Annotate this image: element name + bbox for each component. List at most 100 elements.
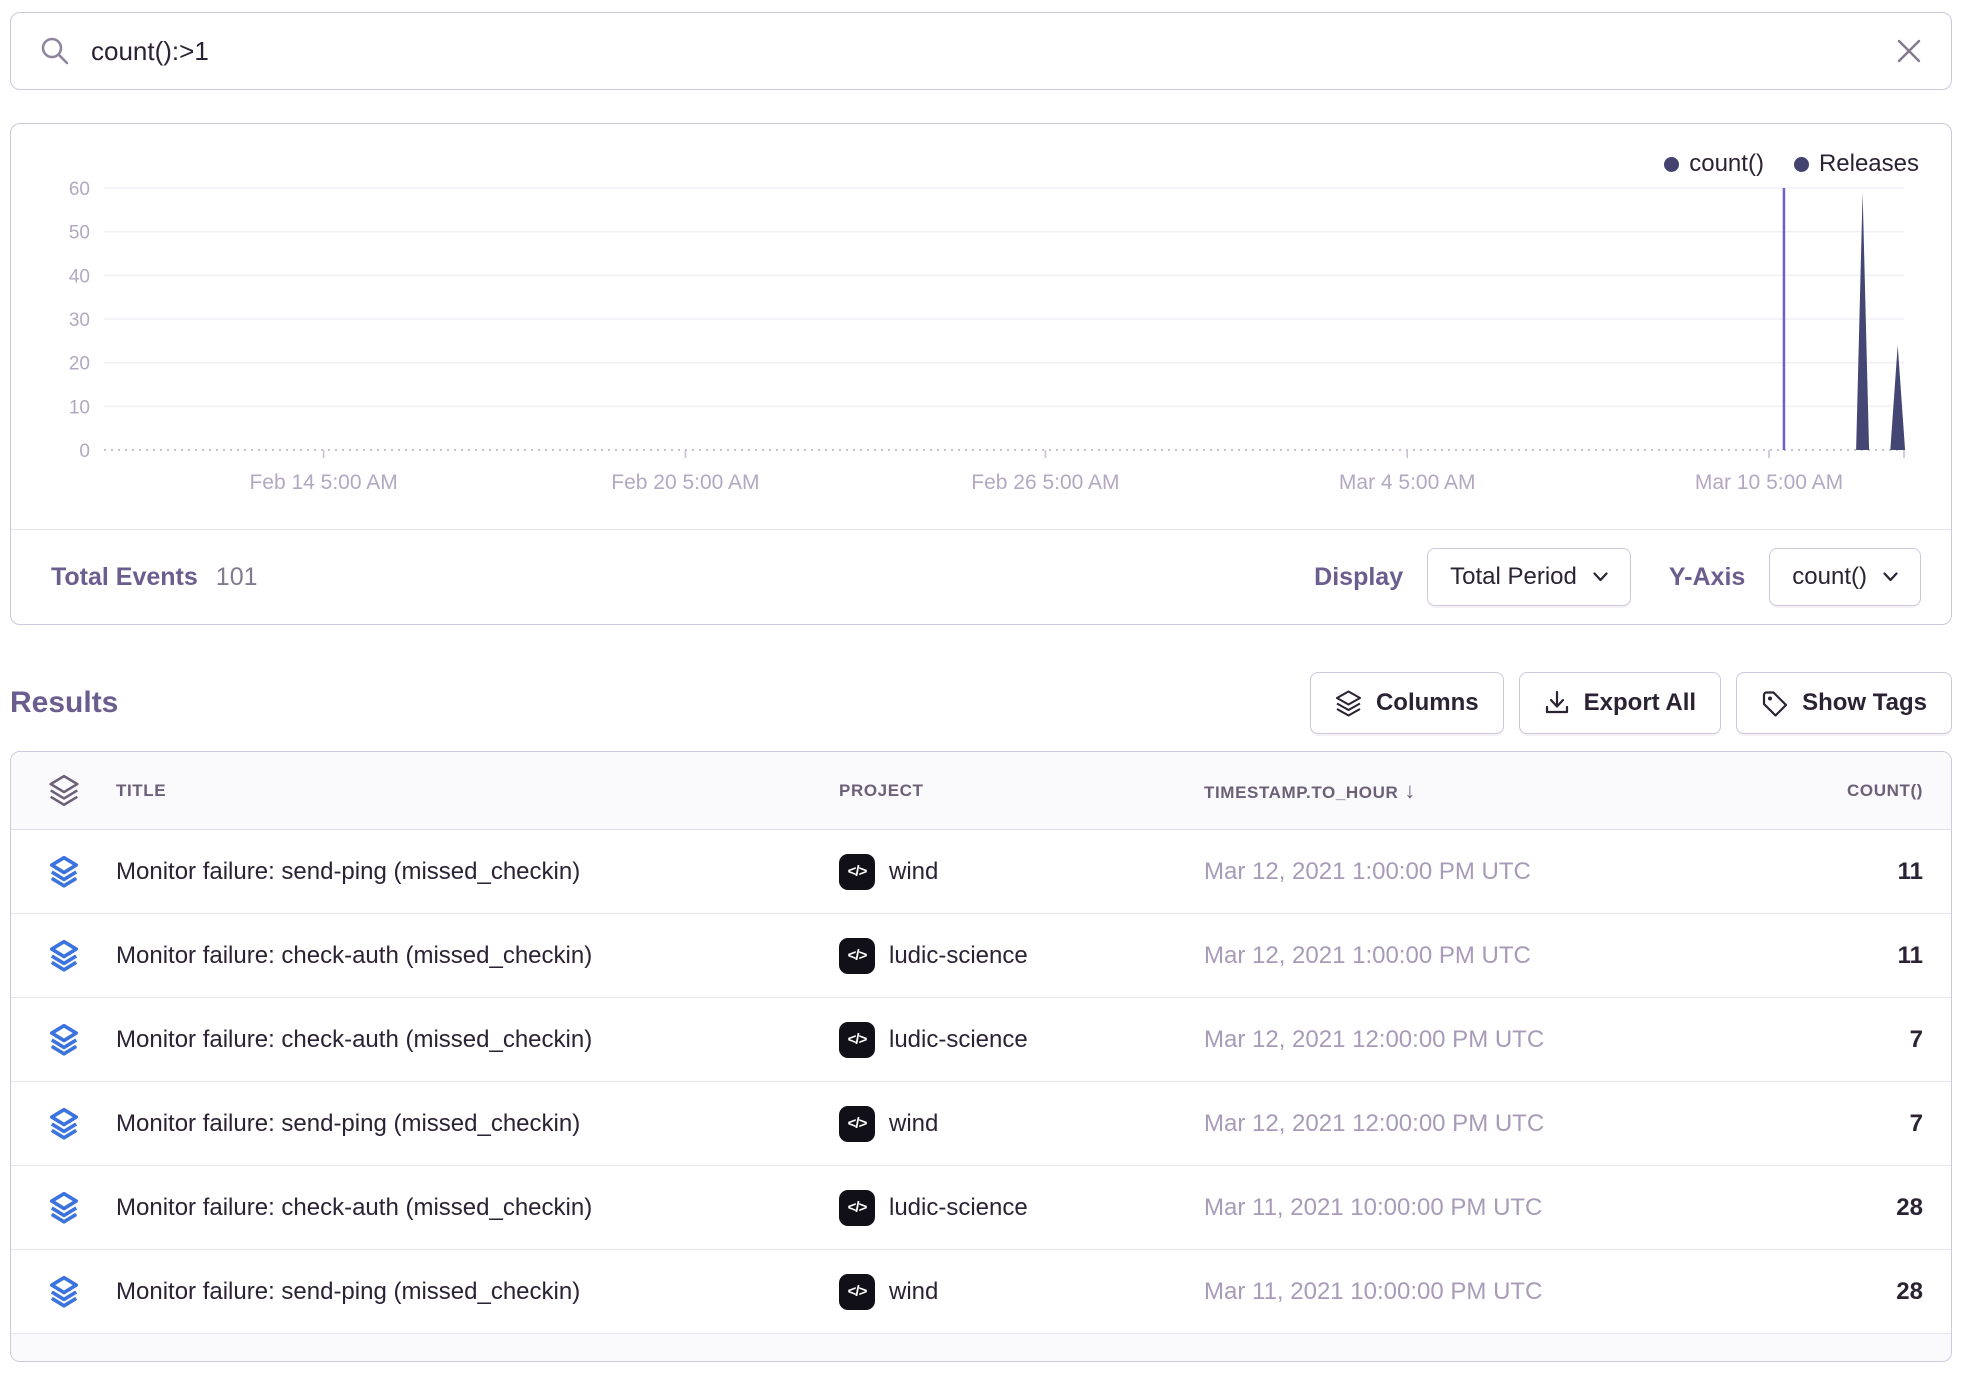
event-title-link[interactable]: Monitor failure: send-ping (missed_check… xyxy=(116,858,839,886)
stack-events-icon[interactable] xyxy=(48,855,80,889)
platform-code-icon: </> xyxy=(839,938,875,974)
svg-text:0: 0 xyxy=(79,441,90,462)
count-value: 11 xyxy=(1761,942,1951,970)
project-cell: </> ludic-science xyxy=(839,938,1204,974)
chevron-down-icon xyxy=(1593,572,1608,582)
events-chart-panel: count() Releases 0102030405060Feb 14 5:0… xyxy=(10,123,1952,625)
legend-dot-icon xyxy=(1664,157,1679,172)
table-row[interactable]: Monitor failure: check-auth (missed_chec… xyxy=(11,914,1951,998)
yaxis-dropdown-value: count() xyxy=(1792,563,1867,591)
column-header-project[interactable]: PROJECT xyxy=(839,781,1204,801)
results-heading: Results xyxy=(10,686,118,720)
layers-icon xyxy=(1335,690,1362,717)
columns-button-label: Columns xyxy=(1376,689,1479,717)
stack-events-icon[interactable] xyxy=(48,1275,80,1309)
count-value: 7 xyxy=(1761,1110,1951,1138)
legend-item-releases[interactable]: Releases xyxy=(1794,150,1919,178)
event-title-link[interactable]: Monitor failure: check-auth (missed_chec… xyxy=(116,1194,839,1222)
results-header-row: Results Columns Export All Show Tags xyxy=(10,672,1952,734)
legend-label: count() xyxy=(1689,150,1764,178)
project-name[interactable]: wind xyxy=(889,858,938,886)
display-dropdown[interactable]: Total Period xyxy=(1427,548,1631,606)
show-tags-button-label: Show Tags xyxy=(1802,689,1927,717)
project-cell: </> wind xyxy=(839,854,1204,890)
event-title-link[interactable]: Monitor failure: check-auth (missed_chec… xyxy=(116,942,839,970)
table-row[interactable]: Monitor failure: send-ping (missed_check… xyxy=(11,830,1951,914)
svg-text:10: 10 xyxy=(69,397,90,418)
stack-events-header-icon[interactable] xyxy=(47,774,81,808)
search-icon xyxy=(39,35,71,67)
timestamp-value: Mar 11, 2021 10:00:00 PM UTC xyxy=(1204,1194,1761,1222)
project-name[interactable]: ludic-science xyxy=(889,1194,1028,1222)
platform-code-icon: </> xyxy=(839,854,875,890)
timestamp-value: Mar 12, 2021 1:00:00 PM UTC xyxy=(1204,942,1761,970)
platform-code-icon: </> xyxy=(839,1022,875,1058)
stack-events-icon[interactable] xyxy=(48,1191,80,1225)
timestamp-value: Mar 12, 2021 12:00:00 PM UTC xyxy=(1204,1110,1761,1138)
close-icon[interactable] xyxy=(1895,37,1923,65)
svg-text:60: 60 xyxy=(69,179,90,200)
count-value: 7 xyxy=(1761,1026,1951,1054)
column-header-timestamp[interactable]: TIMESTAMP.TO_HOUR ↓ xyxy=(1204,778,1761,804)
stack-events-icon[interactable] xyxy=(48,939,80,973)
stack-events-icon[interactable] xyxy=(48,1023,80,1057)
project-name[interactable]: wind xyxy=(889,1110,938,1138)
events-chart: 0102030405060Feb 14 5:00 AMFeb 20 5:00 A… xyxy=(11,124,1950,531)
platform-code-icon: </> xyxy=(839,1106,875,1142)
timestamp-value: Mar 12, 2021 12:00:00 PM UTC xyxy=(1204,1026,1761,1054)
table-footer-strip xyxy=(11,1334,1951,1362)
table-row[interactable]: Monitor failure: send-ping (missed_check… xyxy=(11,1250,1951,1334)
count-value: 28 xyxy=(1761,1278,1951,1306)
show-tags-button[interactable]: Show Tags xyxy=(1736,672,1952,734)
yaxis-label: Y-Axis xyxy=(1669,563,1745,592)
columns-button[interactable]: Columns xyxy=(1310,672,1504,734)
total-events-label: Total Events xyxy=(51,563,198,592)
export-all-button[interactable]: Export All xyxy=(1519,672,1721,734)
count-value: 28 xyxy=(1761,1194,1951,1222)
sort-desc-icon: ↓ xyxy=(1404,778,1415,803)
search-bar[interactable]: count():>1 xyxy=(10,12,1952,90)
svg-text:Feb 26 5:00 AM: Feb 26 5:00 AM xyxy=(971,471,1119,494)
project-name[interactable]: ludic-science xyxy=(889,942,1028,970)
column-header-timestamp-label: TIMESTAMP.TO_HOUR xyxy=(1204,783,1398,802)
table-row[interactable]: Monitor failure: check-auth (missed_chec… xyxy=(11,998,1951,1082)
legend-dot-icon xyxy=(1794,157,1809,172)
chart-legend: count() Releases xyxy=(1664,150,1919,178)
search-query-input[interactable]: count():>1 xyxy=(91,36,1895,67)
table-header-row: TITLE PROJECT TIMESTAMP.TO_HOUR ↓ COUNT() xyxy=(11,752,1951,830)
project-cell: </> ludic-science xyxy=(839,1022,1204,1058)
event-title-link[interactable]: Monitor failure: send-ping (missed_check… xyxy=(116,1278,839,1306)
svg-text:Mar 10 5:00 AM: Mar 10 5:00 AM xyxy=(1695,471,1843,494)
platform-code-icon: </> xyxy=(839,1274,875,1310)
column-header-count[interactable]: COUNT() xyxy=(1761,781,1951,801)
svg-text:20: 20 xyxy=(69,354,90,375)
svg-text:40: 40 xyxy=(69,266,90,287)
svg-text:Mar 4 5:00 AM: Mar 4 5:00 AM xyxy=(1339,471,1476,494)
legend-label: Releases xyxy=(1819,150,1919,178)
table-row[interactable]: Monitor failure: check-auth (missed_chec… xyxy=(11,1166,1951,1250)
table-row[interactable]: Monitor failure: send-ping (missed_check… xyxy=(11,1082,1951,1166)
display-dropdown-value: Total Period xyxy=(1450,563,1577,591)
display-label: Display xyxy=(1314,563,1403,592)
table-body: Monitor failure: send-ping (missed_check… xyxy=(11,830,1951,1334)
yaxis-dropdown[interactable]: count() xyxy=(1769,548,1921,606)
project-name[interactable]: ludic-science xyxy=(889,1026,1028,1054)
legend-item-count[interactable]: count() xyxy=(1664,150,1764,178)
project-cell: </> ludic-science xyxy=(839,1190,1204,1226)
event-title-link[interactable]: Monitor failure: send-ping (missed_check… xyxy=(116,1110,839,1138)
results-table: TITLE PROJECT TIMESTAMP.TO_HOUR ↓ COUNT()… xyxy=(10,751,1952,1362)
count-value: 11 xyxy=(1761,858,1951,886)
event-title-link[interactable]: Monitor failure: check-auth (missed_chec… xyxy=(116,1026,839,1054)
export-all-button-label: Export All xyxy=(1584,689,1696,717)
project-cell: </> wind xyxy=(839,1106,1204,1142)
project-cell: </> wind xyxy=(839,1274,1204,1310)
svg-text:Feb 14 5:00 AM: Feb 14 5:00 AM xyxy=(249,471,397,494)
column-header-title[interactable]: TITLE xyxy=(116,781,839,801)
total-events-value: 101 xyxy=(216,563,258,592)
timestamp-value: Mar 12, 2021 1:00:00 PM UTC xyxy=(1204,858,1761,886)
download-icon xyxy=(1544,690,1570,716)
stack-events-icon[interactable] xyxy=(48,1107,80,1141)
chart-footer: Total Events 101 Display Total Period Y-… xyxy=(11,529,1951,624)
project-name[interactable]: wind xyxy=(889,1278,938,1306)
svg-text:50: 50 xyxy=(69,223,90,244)
